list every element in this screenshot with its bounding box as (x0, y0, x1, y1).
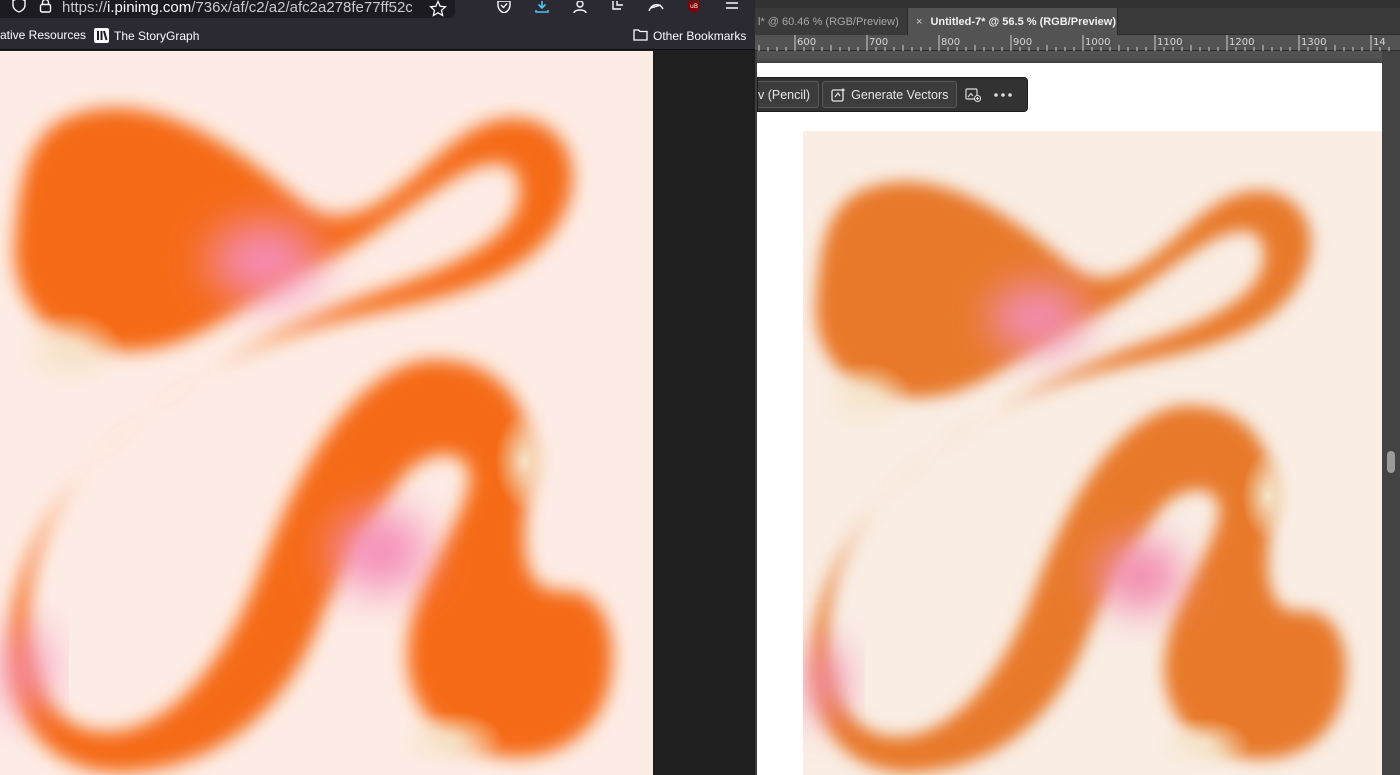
ruler-label: 1300 (1301, 37, 1327, 48)
tab-untitled-7[interactable]: × Untitled-7* @ 56.5 % (RGB/Preview) (908, 8, 1118, 35)
ruler-label: 14 (1373, 37, 1386, 48)
toolbar-icons: uB (495, 0, 741, 14)
bookmark-label: Other Bookmarks (653, 28, 747, 43)
screen: https://i.pinimg.com/736x/af/c2/a2/afc2a… (0, 0, 1400, 775)
ruler-label: 1200 (1229, 37, 1255, 48)
url-bar[interactable]: https://i.pinimg.com/736x/af/c2/a2/afc2a… (0, 0, 455, 18)
generate-vectors-icon (831, 87, 846, 102)
ruler-label: 1100 (1157, 37, 1183, 48)
ruler-label: 800 (941, 37, 961, 48)
vertical-scrollbar[interactable] (1382, 51, 1400, 775)
illustrator-window: l* @ 60.46 % (RGB/Preview) × Untitled-7*… (755, 0, 1400, 775)
bookmark-creative-resources[interactable]: ative Resources (0, 28, 86, 42)
artboard[interactable] (757, 63, 1382, 775)
browser-window: https://i.pinimg.com/736x/af/c2/a2/afc2a… (0, 0, 755, 775)
tab-document-previous[interactable]: l* @ 60.46 % (RGB/Preview) (755, 8, 908, 35)
browser-content (0, 51, 755, 775)
trace-label: v (Pencil) (758, 87, 811, 102)
tab-label: Untitled-7* @ 56.5 % (RGB/Preview) (930, 15, 1116, 28)
sync-icon[interactable] (647, 0, 665, 14)
url-scheme: https:// (62, 0, 108, 16)
url-domain: i.pinimg.com (107, 0, 192, 16)
shield-check-icon[interactable] (495, 0, 513, 14)
bookmark-star-icon[interactable] (429, 0, 447, 18)
browser-toolbar: https://i.pinimg.com/736x/af/c2/a2/afc2a… (0, 0, 755, 23)
folder-icon (633, 28, 648, 43)
download-icon[interactable] (533, 0, 551, 14)
url-path: /736x/af/c2/a2/afc2a278fe77ff52c7e (191, 0, 412, 16)
ublock-icon[interactable]: uB (685, 0, 703, 14)
ruler-label: 900 (1013, 37, 1033, 48)
tracking-shield-icon[interactable] (10, 0, 28, 14)
generate-vectors-button[interactable]: Generate Vectors (822, 81, 958, 108)
ruler-label: 1000 (1085, 37, 1111, 48)
svg-text:uB: uB (690, 3, 698, 10)
storygraph-icon (94, 28, 109, 43)
extensions-icon[interactable] (609, 0, 627, 14)
scroll-thumb[interactable] (1387, 451, 1395, 473)
horizontal-ruler[interactable]: 600 700 800 900 1000 1100 1200 1300 14 (755, 35, 1400, 51)
lock-icon[interactable] (36, 0, 54, 14)
document-tab-bar: l* @ 60.46 % (RGB/Preview) × Untitled-7*… (755, 8, 1400, 35)
close-icon[interactable]: × (916, 16, 922, 28)
traced-squiggle-artwork (805, 181, 1347, 773)
bookmark-other-bookmarks[interactable]: Other Bookmarks (633, 28, 746, 43)
generate-vectors-label: Generate Vectors (851, 87, 949, 102)
bookmark-label: ative Resources (0, 28, 87, 42)
ruler-label: 600 (797, 37, 817, 48)
traced-artwork[interactable] (803, 131, 1382, 775)
image-options-icon[interactable] (959, 81, 987, 108)
gradient-squiggle-artwork (3, 108, 613, 773)
image-trace-pencil-button[interactable]: v (Pencil) (758, 81, 820, 108)
contextual-task-bar: v (Pencil) Generate Vectors (757, 77, 1028, 112)
bookmarks-toolbar: ative Resources The StoryGraph Other Boo… (0, 23, 755, 50)
illustrator-top-bar (755, 0, 1400, 8)
more-options-icon[interactable] (989, 81, 1017, 108)
bookmark-label: The StoryGraph (114, 28, 200, 43)
hamburger-menu-icon[interactable] (723, 0, 741, 14)
canvas-area[interactable]: v (Pencil) Generate Vectors (757, 51, 1382, 775)
tab-label: l* @ 60.46 % (RGB/Preview) (758, 15, 899, 28)
account-icon[interactable] (571, 0, 589, 14)
ruler-label: 700 (869, 37, 889, 48)
gradient-artwork-image (0, 51, 653, 775)
url-text[interactable]: https://i.pinimg.com/736x/af/c2/a2/afc2a… (62, 0, 412, 16)
bookmark-storygraph[interactable]: The StoryGraph (94, 28, 199, 43)
